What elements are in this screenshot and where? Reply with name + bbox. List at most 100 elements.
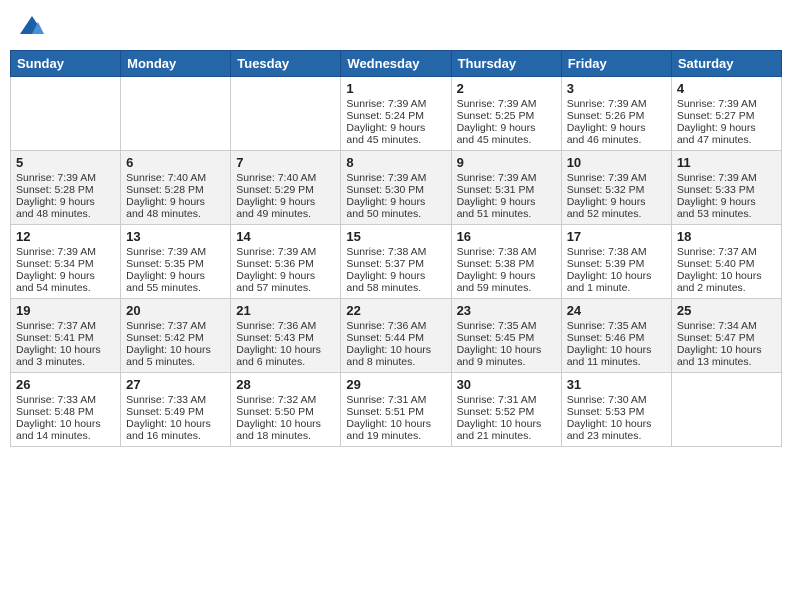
cell-text: Daylight: 9 hours [236,196,335,208]
cell-text: Daylight: 9 hours [346,196,445,208]
cell-text: Sunrise: 7:39 AM [126,246,225,258]
cell-text: and 18 minutes. [236,430,335,442]
day-number: 16 [457,229,556,244]
day-number: 10 [567,155,666,170]
cell-text: and 55 minutes. [126,282,225,294]
cell-text: and 54 minutes. [16,282,115,294]
day-number: 3 [567,81,666,96]
day-number: 31 [567,377,666,392]
cell-text: Sunset: 5:44 PM [346,332,445,344]
cell-text: and 5 minutes. [126,356,225,368]
day-number: 12 [16,229,115,244]
cell-text: and 9 minutes. [457,356,556,368]
calendar-cell: 12Sunrise: 7:39 AMSunset: 5:34 PMDayligh… [11,225,121,299]
cell-text: Sunset: 5:48 PM [16,406,115,418]
cell-text: and 11 minutes. [567,356,666,368]
cell-text: and 59 minutes. [457,282,556,294]
calendar-cell: 16Sunrise: 7:38 AMSunset: 5:38 PMDayligh… [451,225,561,299]
day-number: 1 [346,81,445,96]
cell-text: Sunrise: 7:39 AM [677,98,776,110]
calendar-cell: 15Sunrise: 7:38 AMSunset: 5:37 PMDayligh… [341,225,451,299]
cell-text: Daylight: 10 hours [346,418,445,430]
cell-text: and 48 minutes. [16,208,115,220]
cell-text: and 46 minutes. [567,134,666,146]
cell-text: Sunrise: 7:39 AM [16,172,115,184]
day-number: 23 [457,303,556,318]
day-number: 11 [677,155,776,170]
calendar-cell: 18Sunrise: 7:37 AMSunset: 5:40 PMDayligh… [671,225,781,299]
cell-text: Sunset: 5:39 PM [567,258,666,270]
cell-text: Daylight: 9 hours [677,122,776,134]
calendar-cell: 20Sunrise: 7:37 AMSunset: 5:42 PMDayligh… [121,299,231,373]
cell-text: Sunrise: 7:38 AM [567,246,666,258]
cell-text: Sunset: 5:28 PM [126,184,225,196]
calendar-cell: 14Sunrise: 7:39 AMSunset: 5:36 PMDayligh… [231,225,341,299]
cell-text: Sunset: 5:27 PM [677,110,776,122]
cell-text: and 6 minutes. [236,356,335,368]
cell-text: Daylight: 10 hours [457,344,556,356]
day-number: 13 [126,229,225,244]
cell-text: Sunset: 5:35 PM [126,258,225,270]
calendar-cell: 21Sunrise: 7:36 AMSunset: 5:43 PMDayligh… [231,299,341,373]
cell-text: Sunrise: 7:39 AM [457,172,556,184]
day-number: 21 [236,303,335,318]
cell-text: Sunset: 5:34 PM [16,258,115,270]
cell-text: Daylight: 10 hours [236,418,335,430]
day-number: 26 [16,377,115,392]
cell-text: and 52 minutes. [567,208,666,220]
weekday-header-friday: Friday [561,51,671,77]
cell-text: Daylight: 9 hours [677,196,776,208]
cell-text: Sunrise: 7:31 AM [457,394,556,406]
cell-text: Sunrise: 7:39 AM [677,172,776,184]
cell-text: Daylight: 10 hours [677,270,776,282]
day-number: 30 [457,377,556,392]
cell-text: Sunrise: 7:40 AM [236,172,335,184]
calendar-cell: 31Sunrise: 7:30 AMSunset: 5:53 PMDayligh… [561,373,671,447]
day-number: 6 [126,155,225,170]
calendar-cell [671,373,781,447]
cell-text: Sunset: 5:33 PM [677,184,776,196]
cell-text: Sunrise: 7:35 AM [457,320,556,332]
cell-text: Sunset: 5:31 PM [457,184,556,196]
cell-text: Daylight: 9 hours [567,122,666,134]
day-number: 15 [346,229,445,244]
cell-text: and 57 minutes. [236,282,335,294]
cell-text: Daylight: 10 hours [236,344,335,356]
cell-text: Daylight: 10 hours [346,344,445,356]
weekday-header-tuesday: Tuesday [231,51,341,77]
cell-text: Sunset: 5:43 PM [236,332,335,344]
cell-text: Sunset: 5:42 PM [126,332,225,344]
weekday-header-wednesday: Wednesday [341,51,451,77]
cell-text: Sunset: 5:36 PM [236,258,335,270]
cell-text: Sunset: 5:28 PM [16,184,115,196]
calendar-table: SundayMondayTuesdayWednesdayThursdayFrid… [10,50,782,447]
calendar-cell: 5Sunrise: 7:39 AMSunset: 5:28 PMDaylight… [11,151,121,225]
cell-text: Daylight: 9 hours [126,270,225,282]
calendar-cell [121,77,231,151]
cell-text: Sunset: 5:52 PM [457,406,556,418]
calendar-cell: 25Sunrise: 7:34 AMSunset: 5:47 PMDayligh… [671,299,781,373]
cell-text: Daylight: 9 hours [16,270,115,282]
cell-text: and 47 minutes. [677,134,776,146]
day-number: 5 [16,155,115,170]
cell-text: Daylight: 10 hours [16,344,115,356]
cell-text: Daylight: 10 hours [126,344,225,356]
cell-text: Sunrise: 7:38 AM [346,246,445,258]
cell-text: Sunrise: 7:36 AM [346,320,445,332]
calendar-cell: 28Sunrise: 7:32 AMSunset: 5:50 PMDayligh… [231,373,341,447]
cell-text: Sunset: 5:25 PM [457,110,556,122]
cell-text: Daylight: 10 hours [457,418,556,430]
cell-text: Sunset: 5:46 PM [567,332,666,344]
cell-text: and 3 minutes. [16,356,115,368]
cell-text: Sunrise: 7:39 AM [346,172,445,184]
day-number: 14 [236,229,335,244]
cell-text: Sunrise: 7:33 AM [126,394,225,406]
cell-text: and 14 minutes. [16,430,115,442]
calendar-cell: 19Sunrise: 7:37 AMSunset: 5:41 PMDayligh… [11,299,121,373]
cell-text: Sunset: 5:53 PM [567,406,666,418]
cell-text: Sunrise: 7:34 AM [677,320,776,332]
cell-text: Sunset: 5:24 PM [346,110,445,122]
cell-text: Daylight: 10 hours [677,344,776,356]
cell-text: and 2 minutes. [677,282,776,294]
day-number: 29 [346,377,445,392]
